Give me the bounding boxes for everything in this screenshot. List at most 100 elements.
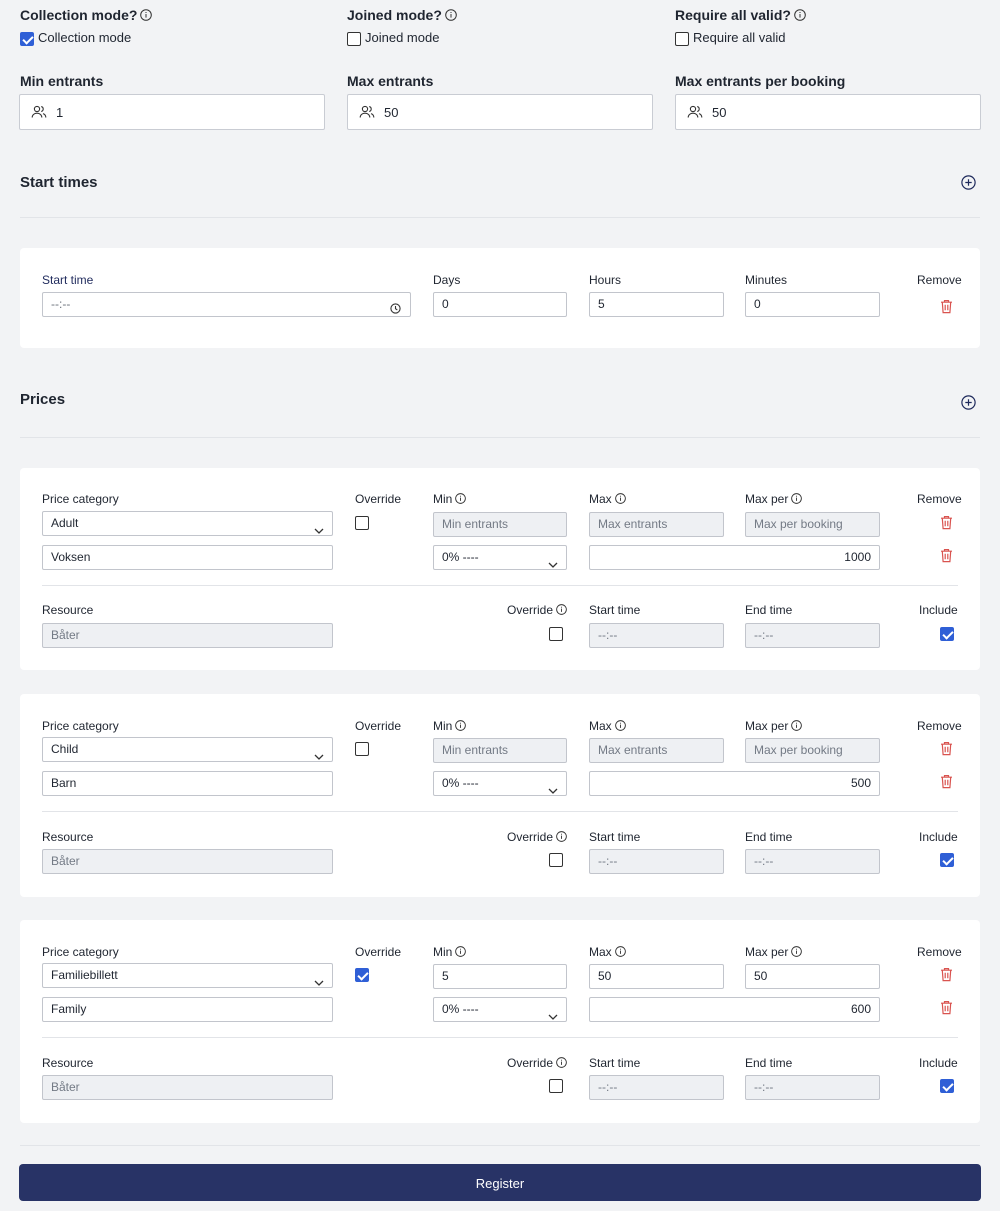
end-time-input[interactable]: --:-- bbox=[745, 1075, 880, 1100]
price-input[interactable]: 1000 bbox=[589, 545, 880, 570]
max-entrants-input[interactable]: Max entrants bbox=[589, 512, 724, 537]
remove-header: Remove bbox=[917, 273, 962, 287]
info-icon[interactable] bbox=[455, 720, 467, 734]
chevron-down-icon bbox=[314, 972, 324, 987]
override-checkbox[interactable] bbox=[355, 968, 369, 982]
hours-input[interactable]: 5 bbox=[589, 292, 724, 317]
min-entrants-input[interactable]: Min entrants bbox=[433, 738, 567, 763]
minutes-header: Minutes bbox=[745, 273, 788, 287]
min-entrants-input[interactable]: Min entrants bbox=[433, 512, 567, 537]
resource-input[interactable]: Båter bbox=[42, 623, 333, 648]
info-icon[interactable] bbox=[455, 493, 467, 507]
include-header: Include bbox=[919, 830, 958, 844]
price-name-input[interactable]: Family bbox=[42, 997, 333, 1022]
start-time-header: Start time bbox=[589, 830, 641, 844]
resource-override-header: Override bbox=[507, 603, 567, 618]
min-header: Min bbox=[433, 719, 467, 734]
info-icon[interactable] bbox=[614, 946, 626, 960]
end-time-header: End time bbox=[745, 830, 793, 844]
max-entrants-input[interactable]: Max entrants bbox=[589, 738, 724, 763]
end-time-input[interactable]: --:-- bbox=[745, 849, 880, 874]
price-input[interactable]: 600 bbox=[589, 997, 880, 1022]
resource-override-checkbox[interactable] bbox=[549, 627, 563, 641]
trash-icon[interactable] bbox=[940, 774, 953, 794]
price-name-input[interactable]: Barn bbox=[42, 771, 333, 796]
require-all-valid-checkbox-label[interactable]: Require all valid bbox=[693, 30, 786, 45]
info-icon[interactable] bbox=[614, 493, 626, 507]
minutes-input[interactable]: 0 bbox=[745, 292, 880, 317]
resource-override-checkbox[interactable] bbox=[549, 1079, 563, 1093]
hours-header: Hours bbox=[589, 273, 622, 287]
info-icon[interactable] bbox=[140, 8, 153, 24]
vat-select[interactable]: 0% ---- bbox=[433, 545, 567, 570]
include-header: Include bbox=[919, 603, 958, 617]
trash-icon[interactable] bbox=[940, 741, 953, 761]
resource-header: Resource bbox=[42, 830, 94, 844]
max-entrants-per-booking-input[interactable]: 50 bbox=[675, 94, 981, 130]
add-start-time-icon[interactable] bbox=[961, 175, 976, 195]
price-name-input[interactable]: Voksen bbox=[42, 545, 333, 570]
info-icon[interactable] bbox=[445, 8, 457, 24]
max-per-booking-input[interactable]: Max per booking bbox=[745, 512, 880, 537]
price-category-select[interactable]: Familiebillett bbox=[42, 963, 333, 988]
remove-header: Remove bbox=[917, 492, 962, 506]
chevron-down-icon bbox=[314, 746, 324, 761]
remove-header: Remove bbox=[917, 945, 962, 959]
clock-icon[interactable] bbox=[390, 299, 401, 316]
users-icon bbox=[31, 105, 47, 124]
trash-icon[interactable] bbox=[940, 1000, 953, 1020]
price-category-select[interactable]: Adult bbox=[42, 511, 333, 536]
min-header: Min bbox=[433, 945, 467, 960]
include-checkbox[interactable] bbox=[940, 627, 954, 641]
min-entrants-input[interactable]: 1 bbox=[19, 94, 325, 130]
vat-select[interactable]: 0% ---- bbox=[433, 771, 567, 796]
price-category-select[interactable]: Child bbox=[42, 737, 333, 762]
trash-icon[interactable] bbox=[940, 515, 953, 535]
joined-mode-checkbox[interactable] bbox=[347, 32, 361, 46]
info-icon[interactable] bbox=[455, 946, 467, 960]
start-time-input[interactable]: --:-- bbox=[42, 292, 411, 317]
min-entrants-input[interactable]: 5 bbox=[433, 964, 567, 989]
info-icon[interactable] bbox=[556, 604, 567, 618]
register-button[interactable]: Register bbox=[19, 1164, 981, 1201]
max-entrants-input[interactable]: 50 bbox=[589, 964, 724, 989]
include-checkbox[interactable] bbox=[940, 1079, 954, 1093]
start-time-header: Start time bbox=[42, 273, 94, 287]
add-price-icon[interactable] bbox=[961, 395, 976, 415]
info-icon[interactable] bbox=[556, 831, 567, 845]
resource-override-checkbox[interactable] bbox=[549, 853, 563, 867]
days-header: Days bbox=[433, 273, 461, 287]
override-checkbox[interactable] bbox=[355, 742, 369, 756]
trash-icon[interactable] bbox=[940, 548, 953, 568]
price-input[interactable]: 500 bbox=[589, 771, 880, 796]
trash-icon[interactable] bbox=[940, 299, 953, 319]
include-checkbox[interactable] bbox=[940, 853, 954, 867]
start-time-input[interactable]: --:-- bbox=[589, 849, 724, 874]
trash-icon[interactable] bbox=[940, 967, 953, 987]
end-time-input[interactable]: --:-- bbox=[745, 623, 880, 648]
end-time-header: End time bbox=[745, 1056, 793, 1070]
resource-input[interactable]: Båter bbox=[42, 1075, 333, 1100]
collection-mode-checkbox[interactable] bbox=[20, 32, 34, 46]
info-icon[interactable] bbox=[614, 720, 626, 734]
max-per-booking-input[interactable]: Max per booking bbox=[745, 738, 880, 763]
joined-mode-checkbox-label[interactable]: Joined mode bbox=[365, 30, 439, 45]
days-input[interactable]: 0 bbox=[433, 292, 567, 317]
info-icon[interactable] bbox=[791, 720, 803, 734]
resource-input[interactable]: Båter bbox=[42, 849, 333, 874]
collection-mode-checkbox-label[interactable]: Collection mode bbox=[38, 30, 131, 45]
users-icon bbox=[687, 105, 703, 124]
override-checkbox[interactable] bbox=[355, 516, 369, 530]
vat-select[interactable]: 0% ---- bbox=[433, 997, 567, 1022]
info-icon[interactable] bbox=[794, 8, 806, 24]
override-header: Override bbox=[355, 945, 402, 959]
start-time-input[interactable]: --:-- bbox=[589, 623, 724, 648]
joined-mode-label: Joined mode? bbox=[347, 7, 457, 24]
max-per-booking-input[interactable]: 50 bbox=[745, 964, 880, 989]
info-icon[interactable] bbox=[791, 493, 803, 507]
info-icon[interactable] bbox=[791, 946, 803, 960]
max-entrants-input[interactable]: 50 bbox=[347, 94, 653, 130]
start-time-input[interactable]: --:-- bbox=[589, 1075, 724, 1100]
info-icon[interactable] bbox=[556, 1057, 567, 1071]
require-all-valid-checkbox[interactable] bbox=[675, 32, 689, 46]
